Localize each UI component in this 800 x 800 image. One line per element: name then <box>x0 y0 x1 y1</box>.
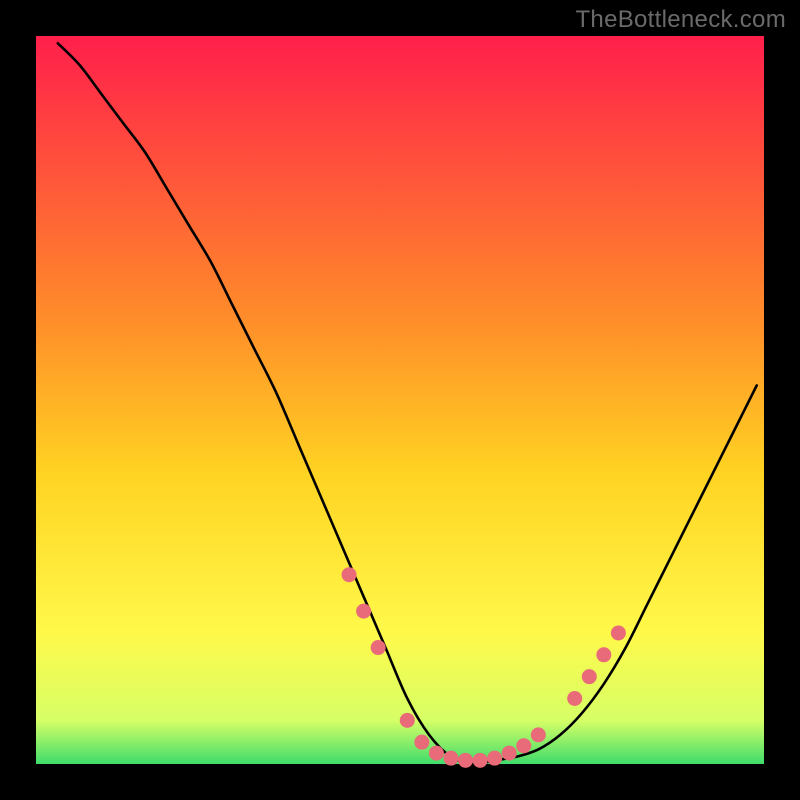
curve-dot <box>458 753 473 768</box>
watermark-text: TheBottleneck.com <box>575 6 786 34</box>
bottleneck-chart <box>0 0 800 800</box>
curve-dot <box>487 751 502 766</box>
curve-dot <box>342 567 357 582</box>
curve-dot <box>567 691 582 706</box>
curve-dot <box>473 753 488 768</box>
curve-dot <box>414 735 429 750</box>
curve-dot <box>400 713 415 728</box>
curve-dot <box>443 751 458 766</box>
curve-dot <box>516 738 531 753</box>
curve-dot <box>429 746 444 761</box>
plot-background <box>36 36 764 764</box>
curve-dot <box>502 746 517 761</box>
chart-stage: TheBottleneck.com <box>0 0 800 800</box>
curve-dot <box>582 669 597 684</box>
curve-dot <box>611 625 626 640</box>
curve-dot <box>596 647 611 662</box>
curve-dot <box>531 727 546 742</box>
curve-dot <box>356 604 371 619</box>
curve-dot <box>371 640 386 655</box>
